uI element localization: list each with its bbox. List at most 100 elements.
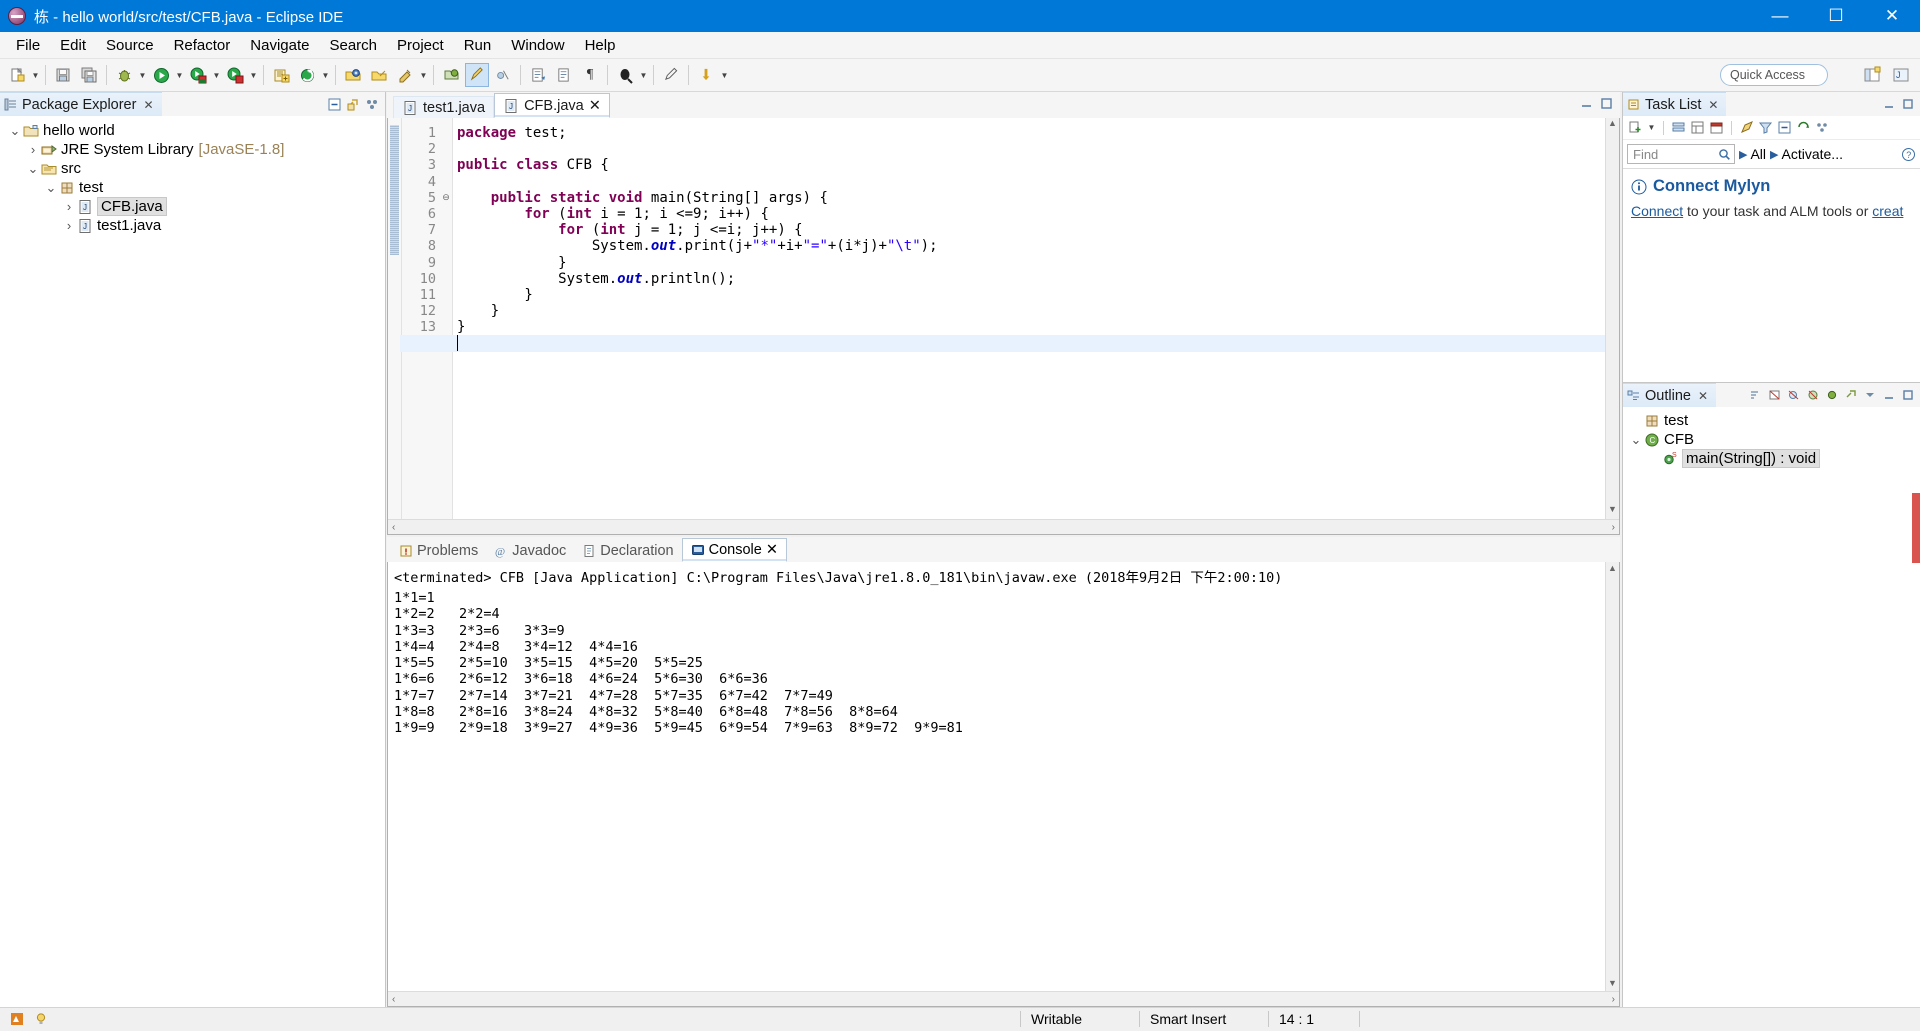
open-perspective-icon[interactable] xyxy=(1859,63,1885,87)
tree-item-test[interactable]: ⌄ test xyxy=(0,178,385,197)
maximize-icon[interactable] xyxy=(1599,96,1614,111)
mylyn-connect-link[interactable]: Connect xyxy=(1631,203,1683,219)
tab-console[interactable]: Console ✕ xyxy=(681,538,787,562)
outline-tab[interactable]: Outline ✕ xyxy=(1623,383,1717,407)
outline-scroll-marker[interactable] xyxy=(1912,493,1920,563)
console-output[interactable]: 1*1=1 1*2=2 2*2=4 1*3=3 2*3=6 3*3=9 1*4=4 2… xyxy=(388,588,1619,739)
task-list-tab[interactable]: Task List ✕ xyxy=(1623,92,1727,116)
menu-item-project[interactable]: Project xyxy=(387,34,454,57)
open-resource-icon[interactable] xyxy=(367,63,391,87)
scroll-left-icon[interactable]: ‹ xyxy=(392,994,395,1005)
chevron-down-icon[interactable]: ⌄ xyxy=(8,123,22,139)
menu-item-window[interactable]: Window xyxy=(501,34,574,57)
task-find-input[interactable]: Find xyxy=(1627,144,1735,164)
menu-item-edit[interactable]: Edit xyxy=(50,34,96,57)
categorize-icon[interactable] xyxy=(1670,119,1687,136)
editor-folding-ruler[interactable]: ⊖ xyxy=(440,118,453,534)
code-text-area[interactable]: package test; public class CFB { public … xyxy=(400,118,1607,534)
schedule-icon[interactable] xyxy=(1708,119,1725,136)
save-all-icon[interactable] xyxy=(77,63,101,87)
menu-item-navigate[interactable]: Navigate xyxy=(240,34,319,57)
new-dropdown-icon[interactable]: ▼ xyxy=(30,63,41,87)
skip-all-breakpoints-icon[interactable] xyxy=(491,63,515,87)
close-icon[interactable]: ✕ xyxy=(589,98,601,114)
fold-toggle-icon[interactable]: ⊖ xyxy=(440,190,452,206)
sort-icon[interactable] xyxy=(1747,387,1764,404)
debug-dropdown-icon[interactable]: ▼ xyxy=(137,63,148,87)
minimize-icon[interactable] xyxy=(1880,387,1897,404)
close-icon[interactable]: ✕ xyxy=(1698,389,1708,403)
link-with-editor-icon[interactable] xyxy=(345,96,362,113)
outline-item-cfb[interactable]: ⌄ C CFB xyxy=(1623,430,1920,449)
run-icon[interactable] xyxy=(149,63,173,87)
minimize-icon[interactable] xyxy=(1579,96,1594,111)
error-log-icon[interactable] xyxy=(0,1008,34,1031)
new-java-project-icon[interactable] xyxy=(269,63,293,87)
task-filter-all[interactable]: ▶ All xyxy=(1739,146,1766,162)
chevron-down-icon[interactable]: ⌄ xyxy=(1629,432,1643,448)
menu-item-run[interactable]: Run xyxy=(454,34,502,57)
tab-problems[interactable]: Problems xyxy=(391,540,486,562)
mylyn-create-link[interactable]: creat xyxy=(1872,203,1903,219)
tab-declaration[interactable]: Declaration xyxy=(574,540,681,562)
hide-local-types-icon[interactable] xyxy=(1823,387,1840,404)
debug-icon[interactable] xyxy=(112,63,136,87)
tree-item-test1-java[interactable]: › Jtest1.java xyxy=(0,216,385,235)
close-button[interactable]: ✕ xyxy=(1864,0,1920,32)
new-task-dropdown-icon[interactable]: ▼ xyxy=(1646,116,1657,140)
view-menu-icon[interactable] xyxy=(1814,119,1831,136)
collapse-all-icon[interactable] xyxy=(1776,119,1793,136)
run-as-icon[interactable] xyxy=(186,63,210,87)
search-icon[interactable] xyxy=(1718,148,1731,161)
search-dropdown-icon[interactable]: ▼ xyxy=(638,63,649,87)
filter-icon[interactable] xyxy=(1757,119,1774,136)
open-type-icon[interactable] xyxy=(341,63,365,87)
view-menu-icon[interactable] xyxy=(364,96,381,113)
scroll-right-icon[interactable]: › xyxy=(1612,994,1615,1005)
run-external-icon[interactable] xyxy=(223,63,247,87)
close-icon[interactable]: ✕ xyxy=(766,542,778,558)
editor-vertical-scrollbar[interactable]: ▲ ▼ xyxy=(1605,118,1619,534)
new-class-dropdown-icon[interactable]: ▼ xyxy=(418,63,429,87)
link-with-editor-icon[interactable] xyxy=(1842,387,1859,404)
toggle-mark-occurrences-icon[interactable] xyxy=(465,63,489,87)
menu-item-refactor[interactable]: Refactor xyxy=(164,34,241,57)
last-edit-location-icon[interactable] xyxy=(659,63,683,87)
presentation-icon[interactable] xyxy=(1689,119,1706,136)
tab-javadoc[interactable]: @ Javadoc xyxy=(486,540,574,562)
scroll-right-icon[interactable]: › xyxy=(1612,522,1615,533)
chevron-right-icon[interactable]: › xyxy=(62,218,76,233)
close-icon[interactable]: ✕ xyxy=(1708,98,1718,112)
new-task-icon[interactable] xyxy=(1627,119,1644,136)
lightbulb-icon[interactable] xyxy=(34,1008,58,1031)
refresh-dropdown-icon[interactable]: ▼ xyxy=(320,63,331,87)
scroll-left-icon[interactable]: ‹ xyxy=(392,522,395,533)
minimize-icon[interactable] xyxy=(1880,96,1897,113)
run-dropdown-icon[interactable]: ▼ xyxy=(174,63,185,87)
refresh-icon[interactable] xyxy=(295,63,319,87)
back-icon[interactable] xyxy=(694,63,718,87)
editor-annotation-ruler[interactable] xyxy=(388,118,402,534)
maximize-icon[interactable] xyxy=(1899,387,1916,404)
back-dropdown-icon[interactable]: ▼ xyxy=(719,63,730,87)
open-task-icon[interactable] xyxy=(439,63,463,87)
paragraph-mark-icon[interactable]: ¶ xyxy=(578,63,602,87)
console-horizontal-scrollbar[interactable]: ‹ › xyxy=(388,991,1619,1006)
menu-item-file[interactable]: File xyxy=(6,34,50,57)
new-icon[interactable] xyxy=(5,63,29,87)
collapse-all-icon[interactable] xyxy=(326,96,343,113)
task-activate[interactable]: ▶ Activate... xyxy=(1770,146,1843,162)
minimize-button[interactable]: — xyxy=(1752,0,1808,32)
search-icon[interactable] xyxy=(613,63,637,87)
outline-item-test[interactable]: test xyxy=(1623,411,1920,430)
editor-tab-cfb[interactable]: J CFB.java ✕ xyxy=(494,93,610,118)
run-external-dropdown-icon[interactable]: ▼ xyxy=(248,63,259,87)
editor-tab-test1[interactable]: Jtest1.java xyxy=(393,96,495,118)
chevron-right-icon[interactable]: › xyxy=(26,142,40,157)
tree-item-jre-system-library[interactable]: › JRE System Library [JavaSE-1.8] xyxy=(0,140,385,159)
chevron-right-icon[interactable]: › xyxy=(62,199,76,214)
chevron-down-icon[interactable]: ⌄ xyxy=(44,180,58,196)
java-perspective-icon[interactable]: J xyxy=(1888,63,1914,87)
run-as-dropdown-icon[interactable]: ▼ xyxy=(211,63,222,87)
maximize-icon[interactable] xyxy=(1899,96,1916,113)
